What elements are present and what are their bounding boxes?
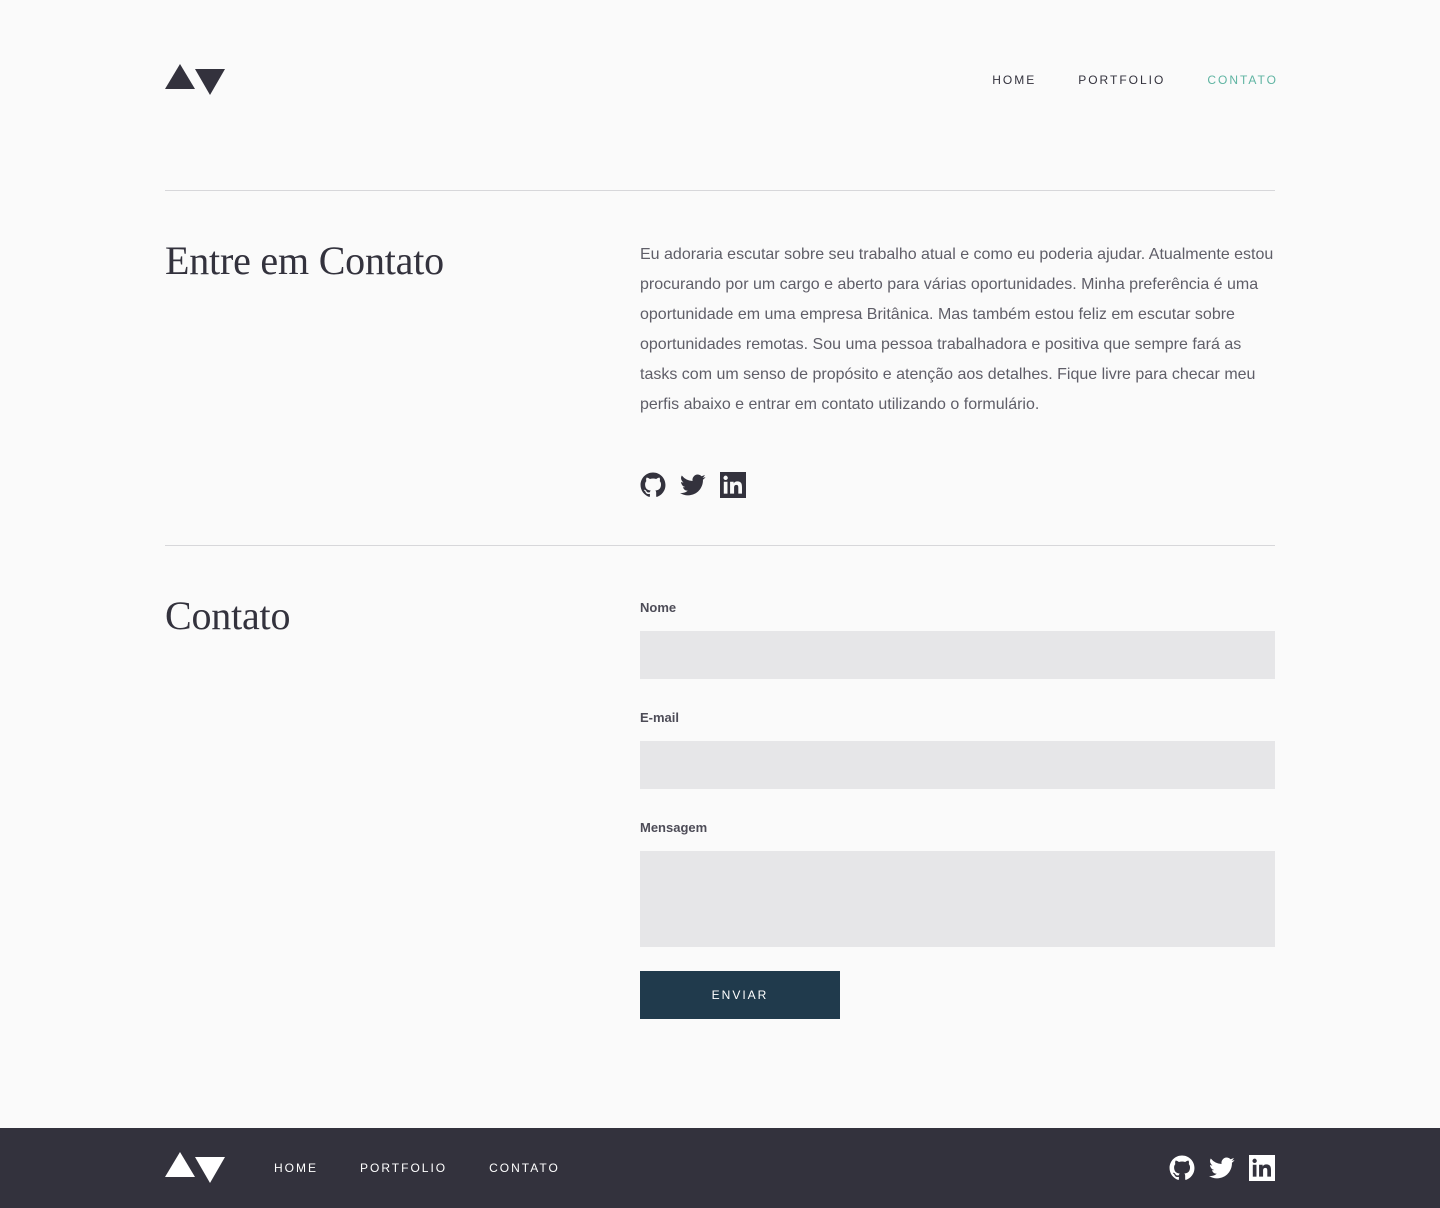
footer-logo[interactable] [165,1152,225,1184]
github-icon [1169,1155,1195,1180]
site-logo[interactable] [165,64,225,96]
email-label: E-mail [640,710,680,725]
twitter-icon [1209,1157,1235,1179]
message-label: Mensagem [640,820,708,835]
twitter-icon [680,474,706,496]
footer-nav-portfolio-link[interactable]: PORTFOLIO [360,1160,447,1176]
linkedin-icon [1249,1155,1275,1181]
footer-nav: HOME PORTFOLIO CONTATO [274,1160,560,1176]
social-links [640,472,746,498]
twitter-link[interactable] [680,472,706,498]
email-field[interactable] [640,741,1275,789]
nav-home-link[interactable]: HOME [992,72,1036,88]
footer-nav-contact-link[interactable]: CONTATO [489,1160,560,1176]
linkedin-link[interactable] [720,472,746,498]
footer-twitter-link[interactable] [1209,1155,1235,1181]
contact-title: Contato [165,593,291,638]
github-icon [640,472,666,497]
name-label: Nome [640,600,677,615]
intro-text: Eu adoraria escutar sobre seu trabalho a… [640,246,1274,413]
intro-title: Entre em Contato [165,238,444,283]
footer-linkedin-link[interactable] [1249,1155,1275,1181]
name-field[interactable] [640,631,1275,679]
nav-contact-link[interactable]: CONTATO [1207,72,1278,88]
divider [165,545,1275,546]
footer-nav-home-link[interactable]: HOME [274,1160,318,1176]
divider [165,190,1275,191]
submit-button[interactable]: ENVIAR [640,971,840,1019]
linkedin-icon [720,472,746,498]
footer-social-links [1169,1155,1275,1181]
footer: HOME PORTFOLIO CONTATO [0,1128,1440,1208]
nav-portfolio-link[interactable]: PORTFOLIO [1078,72,1165,88]
message-field[interactable] [640,851,1275,947]
main-nav: HOME PORTFOLIO CONTATO [992,72,1278,88]
footer-github-link[interactable] [1169,1155,1195,1181]
github-link[interactable] [640,472,666,498]
contact-form: Nome E-mail Mensagem ENVIAR [640,600,1275,1019]
